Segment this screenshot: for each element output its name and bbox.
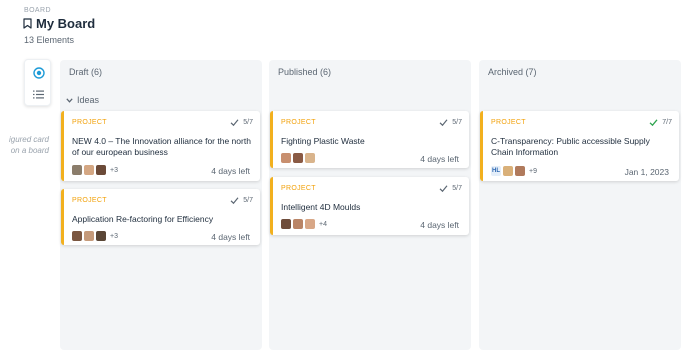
more-assignees: +3 xyxy=(110,166,118,174)
card-title: Intelligent 4D Moulds xyxy=(281,202,361,212)
more-assignees: +3 xyxy=(110,232,118,240)
card-type: PROJECT xyxy=(281,119,316,126)
section-label: BOARD xyxy=(24,7,51,14)
avatar xyxy=(503,166,513,176)
avatar xyxy=(305,219,315,229)
avatar xyxy=(281,219,291,229)
board-view-icon xyxy=(32,67,45,79)
due-date: 4 days left xyxy=(211,232,250,242)
board-view-button[interactable] xyxy=(29,64,48,82)
page-title: My Board xyxy=(36,16,96,31)
view-switcher xyxy=(24,59,51,106)
card[interactable]: PROJECT 5/7 Intelligent 4D Moulds +4 4 d… xyxy=(270,177,469,235)
card[interactable]: PROJECT 7/7 C-Transparency: Public acces… xyxy=(480,111,679,181)
checklist-progress: 5/7 xyxy=(243,119,253,126)
board-title: My Board xyxy=(23,16,95,31)
more-assignees: +9 xyxy=(529,167,537,175)
column-archived: Archived (7) xyxy=(479,60,681,350)
avatar xyxy=(515,166,525,176)
check-icon xyxy=(230,197,239,205)
check-icon xyxy=(439,185,448,193)
card[interactable]: PROJECT 5/7 Application Re-factoring for… xyxy=(61,189,260,245)
due-date: 4 days left xyxy=(420,154,459,164)
avatar xyxy=(305,153,315,163)
card-type: PROJECT xyxy=(281,185,316,192)
card-title: Fighting Plastic Waste xyxy=(281,136,365,146)
checklist-progress: 5/7 xyxy=(452,119,462,126)
avatar-initials: HL xyxy=(491,166,501,176)
check-icon xyxy=(649,119,658,127)
avatar xyxy=(293,219,303,229)
checklist-progress: 5/7 xyxy=(243,197,253,204)
column-title: Published (6) xyxy=(278,67,332,77)
column-title: Draft (6) xyxy=(69,67,103,77)
card-type: PROJECT xyxy=(491,119,526,126)
due-date: 4 days left xyxy=(420,220,459,230)
checklist-progress: 5/7 xyxy=(452,185,462,192)
element-count: 13 Elements xyxy=(24,35,75,45)
configured-card-hint: igured card on a board xyxy=(8,135,49,155)
avatar xyxy=(96,231,106,241)
card[interactable]: PROJECT 5/7 Fighting Plastic Waste 4 day… xyxy=(270,111,469,168)
more-assignees: +4 xyxy=(319,220,327,228)
avatar xyxy=(72,231,82,241)
assignees: +4 xyxy=(281,219,327,229)
list-view-icon xyxy=(33,90,44,98)
card-type: PROJECT xyxy=(72,119,107,126)
checklist-progress: 7/7 xyxy=(662,119,672,126)
avatar xyxy=(84,231,94,241)
due-date: Jan 1, 2023 xyxy=(624,167,669,177)
card-type: PROJECT xyxy=(72,197,107,204)
assignees: +3 xyxy=(72,165,118,175)
group-toggle-ideas[interactable]: Ideas xyxy=(66,95,99,105)
card-title: Application Re-factoring for Efficiency xyxy=(72,214,214,224)
list-view-button[interactable] xyxy=(29,85,48,103)
avatar xyxy=(281,153,291,163)
due-date: 4 days left xyxy=(211,166,250,176)
bookmark-icon xyxy=(23,18,32,29)
card[interactable]: PROJECT 5/7 NEW 4.0 – The Innovation all… xyxy=(61,111,260,181)
check-icon xyxy=(230,119,239,127)
avatar xyxy=(84,165,94,175)
assignees xyxy=(281,153,315,163)
avatar xyxy=(96,165,106,175)
assignees: +3 xyxy=(72,231,118,241)
assignees: HL +9 xyxy=(491,166,537,176)
card-title: C-Transparency: Public accessible Supply… xyxy=(491,136,650,157)
avatar xyxy=(293,153,303,163)
group-label: Ideas xyxy=(77,95,100,105)
chevron-down-icon xyxy=(66,97,73,103)
check-icon xyxy=(439,119,448,127)
avatar xyxy=(72,165,82,175)
card-title: NEW 4.0 – The Innovation alliance for th… xyxy=(72,136,251,157)
column-title: Archived (7) xyxy=(488,67,537,77)
